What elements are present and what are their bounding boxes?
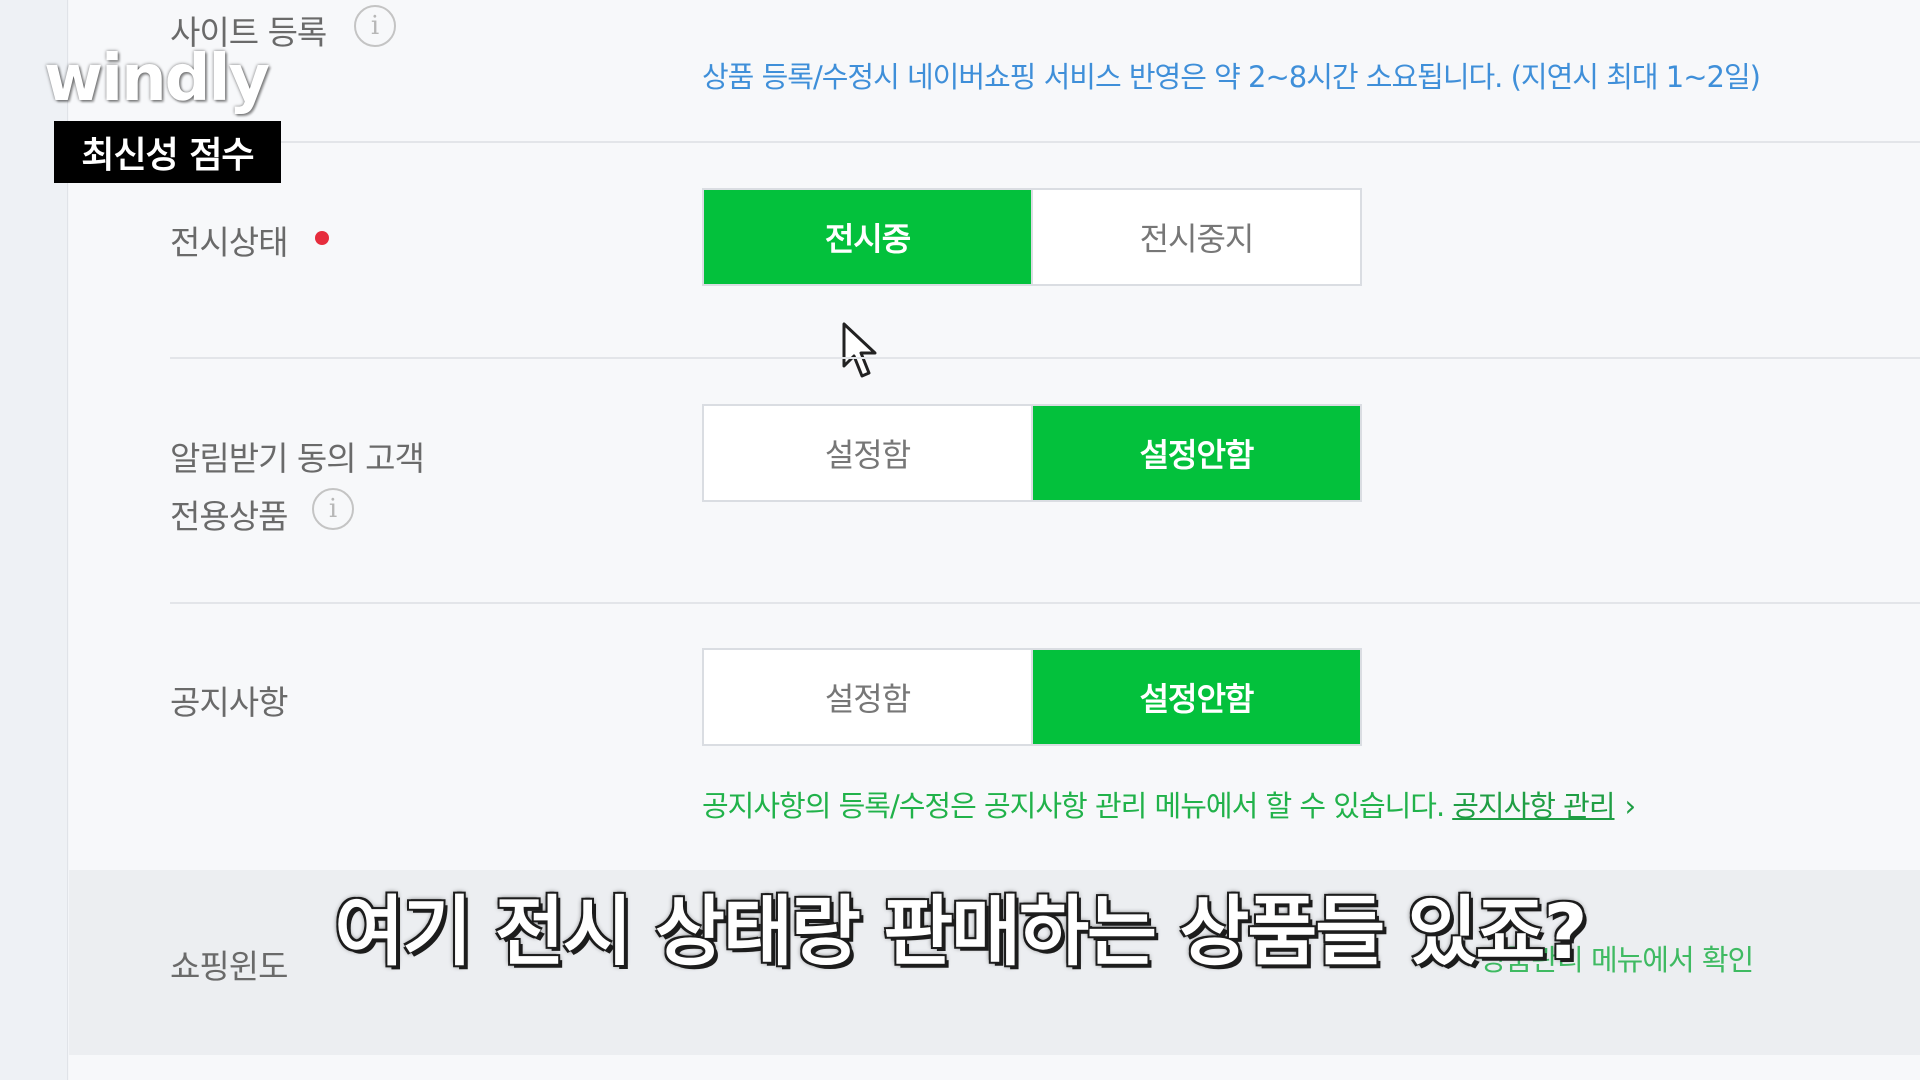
chevron-right-icon: › bbox=[1624, 789, 1637, 823]
option-notice-set[interactable]: 설정함 bbox=[704, 650, 1031, 744]
mouse-cursor-icon bbox=[842, 322, 877, 378]
divider bbox=[170, 357, 1920, 359]
option-notify-unset[interactable]: 설정안함 bbox=[1031, 406, 1360, 500]
divider bbox=[69, 141, 1920, 143]
notice-manage-link[interactable]: 공지사항 관리 bbox=[1452, 789, 1615, 823]
info-icon[interactable]: i bbox=[312, 488, 354, 530]
option-display-off[interactable]: 전시중지 bbox=[1031, 190, 1360, 284]
subtitle-caption: 여기 전시 상태랑 판매하는 상품들 있죠? bbox=[334, 887, 1587, 976]
divider bbox=[170, 602, 1920, 604]
topic-badge: 최신성 점수 bbox=[54, 121, 281, 183]
notify-consent-label: 알림받기 동의 고객 bbox=[170, 439, 425, 478]
site-registration-notice: 상품 등록/수정시 네이버쇼핑 서비스 반영은 약 2~8시간 소요됩니다. (… bbox=[702, 60, 1761, 94]
option-notify-set[interactable]: 설정함 bbox=[704, 406, 1031, 500]
notice-label: 공지사항 bbox=[170, 683, 288, 722]
option-notice-unset[interactable]: 설정안함 bbox=[1031, 650, 1360, 744]
brand-logo: windly bbox=[44, 42, 270, 116]
option-display-on[interactable]: 전시중 bbox=[704, 190, 1031, 284]
notice-toggle: 설정함 설정안함 bbox=[702, 648, 1362, 746]
notice-help-text: 공지사항의 등록/수정은 공지사항 관리 메뉴에서 할 수 있습니다. 공지사항 … bbox=[702, 783, 1637, 825]
notice-help-message: 공지사항의 등록/수정은 공지사항 관리 메뉴에서 할 수 있습니다. bbox=[702, 789, 1445, 823]
required-dot bbox=[315, 231, 329, 245]
notify-consent-toggle: 설정함 설정안함 bbox=[702, 404, 1362, 502]
display-status-label: 전시상태 bbox=[170, 223, 288, 262]
display-status-toggle: 전시중 전시중지 bbox=[702, 188, 1362, 286]
info-icon[interactable]: i bbox=[354, 5, 396, 47]
notify-consent-label-line2: 전용상품 bbox=[170, 497, 288, 536]
